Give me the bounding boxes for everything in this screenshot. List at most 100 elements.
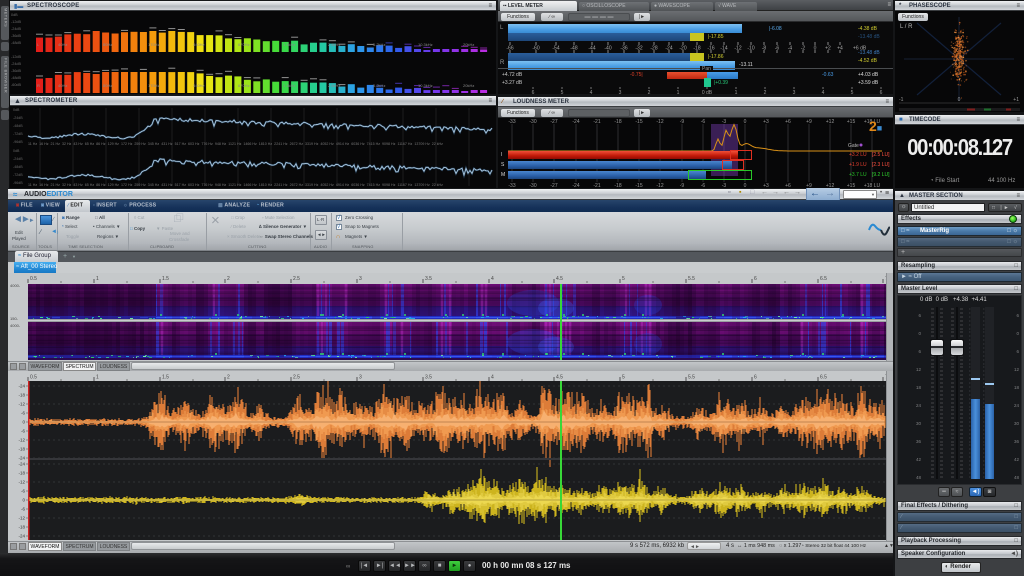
svg-text:-1: -1 (899, 97, 904, 103)
svg-text:4: 4 (491, 375, 494, 381)
svg-text:0: 0 (918, 331, 921, 336)
svg-text:-4: -4 (788, 46, 793, 52)
svg-text:-15: -15 (635, 119, 642, 125)
svg-text:5.5: 5.5 (688, 375, 695, 381)
svg-text:-12: -12 (18, 516, 25, 521)
svg-text:0: 0 (1016, 331, 1019, 336)
svg-text:-18: -18 (693, 46, 700, 52)
svg-text:+12: +12 (826, 119, 835, 125)
svg-text:-12: -12 (18, 480, 25, 485)
svg-text:12: 12 (1014, 367, 1020, 372)
svg-text:0 dB: 0 dB (702, 90, 713, 94)
svg-text:5: 5 (851, 90, 854, 94)
svg-text:0.5: 0.5 (30, 375, 37, 381)
svg-text:12: 12 (916, 367, 922, 372)
svg-text:3: 3 (359, 276, 362, 282)
svg-text:-28: -28 (650, 46, 657, 52)
svg-text:-24: -24 (18, 534, 25, 539)
svg-text:6: 6 (880, 90, 883, 94)
svg-text:-14: -14 (720, 46, 727, 52)
svg-text:24: 24 (1014, 403, 1020, 408)
svg-text:-6: -6 (21, 411, 25, 416)
svg-text:3.5: 3.5 (425, 375, 432, 381)
svg-text:+3: +3 (763, 119, 769, 125)
svg-text:7: 7 (885, 276, 886, 282)
svg-text:-66: -66 (506, 46, 513, 52)
svg-text:-30: -30 (529, 119, 536, 125)
svg-text:-6: -6 (701, 119, 706, 125)
svg-text:18: 18 (916, 385, 922, 390)
svg-text:-24: -24 (572, 119, 579, 125)
svg-text:-48: -48 (570, 46, 577, 52)
svg-text:-18: -18 (18, 393, 25, 398)
svg-text:-60: -60 (532, 46, 539, 52)
svg-text:5: 5 (622, 276, 625, 282)
svg-text:-33: -33 (508, 119, 515, 125)
svg-text:4.5: 4.5 (556, 276, 563, 282)
svg-text:5.5: 5.5 (688, 276, 695, 282)
svg-text:Gate: Gate (848, 143, 859, 149)
svg-text:6: 6 (532, 90, 535, 94)
svg-text:-6: -6 (775, 46, 780, 52)
svg-text:6: 6 (1016, 313, 1019, 318)
svg-text:+15: +15 (847, 119, 856, 125)
svg-text:6: 6 (918, 349, 921, 354)
svg-text:-24: -24 (18, 462, 25, 467)
svg-text:24: 24 (916, 403, 922, 408)
svg-text:30: 30 (916, 421, 922, 426)
svg-text:-36: -36 (620, 46, 627, 52)
svg-text:+4: +4 (837, 46, 843, 52)
svg-text:4.5: 4.5 (556, 375, 563, 381)
svg-text:18: 18 (1014, 385, 1020, 390)
svg-text:42: 42 (916, 457, 922, 462)
svg-text:3.5: 3.5 (425, 276, 432, 282)
svg-text:-2: -2 (801, 46, 806, 52)
svg-text:2: 2 (227, 375, 230, 381)
svg-text:0: 0 (958, 97, 961, 103)
svg-text:2: 2 (764, 90, 767, 94)
svg-text:-18: -18 (18, 447, 25, 452)
svg-text:1: 1 (677, 90, 680, 94)
svg-text:0: 0 (744, 119, 747, 125)
svg-text:-6: -6 (21, 489, 25, 494)
svg-text:-16: -16 (707, 46, 714, 52)
svg-text:+6: +6 (785, 119, 791, 125)
svg-text:6: 6 (1016, 349, 1019, 354)
svg-text:-12: -12 (734, 46, 741, 52)
svg-text:0: 0 (814, 46, 817, 52)
svg-text:48: 48 (1014, 475, 1020, 480)
svg-text:-18: -18 (18, 525, 25, 530)
svg-text:30: 30 (1014, 421, 1020, 426)
svg-text:-12: -12 (18, 402, 25, 407)
svg-text:-44: -44 (588, 46, 595, 52)
svg-text:-24: -24 (18, 384, 25, 389)
svg-text:-18: -18 (614, 119, 621, 125)
svg-text:-6: -6 (21, 429, 25, 434)
svg-text:3: 3 (619, 90, 622, 94)
svg-text:2.5: 2.5 (293, 375, 300, 381)
svg-text:5: 5 (622, 375, 625, 381)
svg-text:0.5: 0.5 (30, 276, 37, 282)
svg-text:-12: -12 (656, 119, 663, 125)
svg-text:1: 1 (96, 276, 99, 282)
svg-text:3: 3 (793, 90, 796, 94)
svg-text:-10: -10 (747, 46, 754, 52)
svg-text:+1: +1 (1013, 97, 1019, 103)
svg-text:-40: -40 (604, 46, 611, 52)
svg-text:2.5: 2.5 (293, 276, 300, 282)
svg-text:6: 6 (754, 375, 757, 381)
svg-text:4: 4 (491, 276, 494, 282)
svg-text:+2: +2 (825, 46, 831, 52)
svg-text:0: 0 (22, 498, 25, 503)
svg-text:-24: -24 (665, 46, 672, 52)
svg-text:1: 1 (735, 90, 738, 94)
svg-text:-12: -12 (18, 438, 25, 443)
svg-text:-20: -20 (679, 46, 686, 52)
svg-text:4: 4 (822, 90, 825, 94)
svg-text:-24: -24 (18, 456, 25, 461)
svg-text:36: 36 (1014, 439, 1020, 444)
svg-text:1: 1 (96, 375, 99, 381)
svg-text:+9: +9 (806, 119, 812, 125)
svg-text:5: 5 (561, 90, 564, 94)
svg-text:48: 48 (916, 475, 922, 480)
